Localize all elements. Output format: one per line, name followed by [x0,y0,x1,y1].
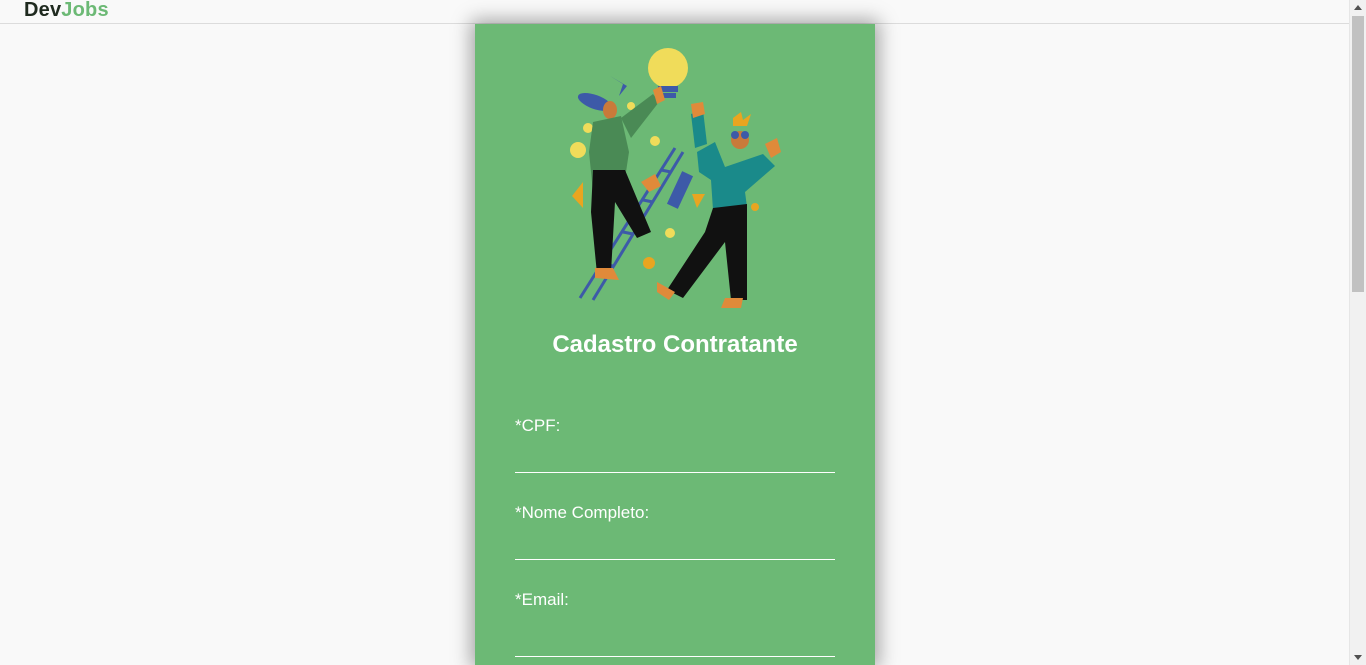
email-input[interactable] [515,636,835,657]
top-navbar: DevJobs [0,0,1349,24]
vertical-scrollbar[interactable] [1349,0,1366,665]
scroll-down-arrow-icon[interactable] [1354,655,1362,660]
cpf-field-group: *CPF: [515,416,835,473]
logo-jobs-text: Jobs [61,0,109,21]
scroll-up-arrow-icon[interactable] [1354,5,1362,10]
people-lightbulb-illustration [570,48,781,308]
cpf-input[interactable] [515,452,835,473]
full-name-label: *Nome Completo: [515,503,650,522]
full-name-field-group: *Nome Completo: [515,503,835,560]
page-title: Cadastro Contratante [552,331,798,358]
email-field-group: *Email: [515,590,835,657]
full-name-input[interactable] [515,539,835,560]
devjobs-logo[interactable]: DevJobs [24,0,109,22]
logo-dev-text: Dev [24,0,62,21]
scrollbar-thumb[interactable] [1352,16,1364,292]
registration-card: Cadastro Contratante *CPF: *Nome Complet… [475,24,875,665]
cpf-label: *CPF: [515,416,561,435]
email-label: *Email: [515,590,569,609]
